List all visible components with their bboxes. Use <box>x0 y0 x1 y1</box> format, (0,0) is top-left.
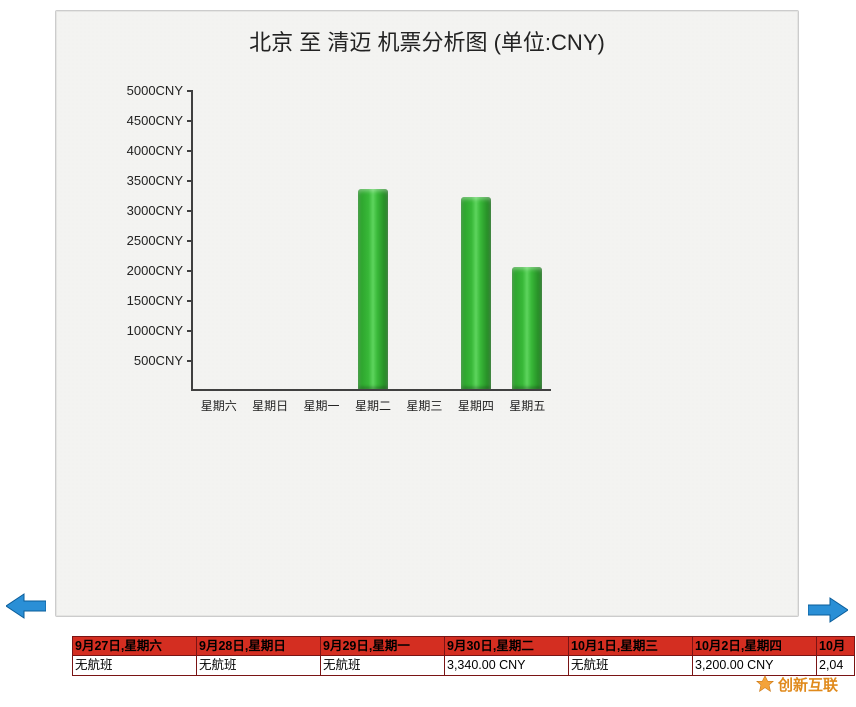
y-tick-mark <box>187 270 193 272</box>
table-header-cell: 9月29日,星期一 <box>321 636 445 656</box>
y-tick-mark <box>187 300 193 302</box>
y-tick-label: 500CNY <box>83 353 183 368</box>
y-tick-mark <box>187 120 193 122</box>
table-cell: 无航班 <box>197 656 321 676</box>
table-header-cell: 9月30日,星期二 <box>445 636 569 656</box>
bar <box>461 197 491 389</box>
table-cell: 无航班 <box>569 656 693 676</box>
y-tick-label: 5000CNY <box>83 83 183 98</box>
y-tick-label: 1000CNY <box>83 323 183 338</box>
table-header-cell: 9月28日,星期日 <box>197 636 321 656</box>
table-header-cell: 10月 <box>817 636 855 656</box>
watermark-text: 创新互联 <box>778 674 838 695</box>
x-tick-label: 星期二 <box>350 397 396 414</box>
price-table-header: 9月27日,星期六9月28日,星期日9月29日,星期一9月30日,星期二10月1… <box>72 636 856 656</box>
table-cell: 无航班 <box>321 656 445 676</box>
table-cell: 2,04 <box>817 656 855 676</box>
chart-title: 北京 至 清迈 机票分析图 (单位:CNY) <box>56 25 798 57</box>
y-tick-mark <box>187 330 193 332</box>
prev-arrow-icon[interactable] <box>6 592 46 620</box>
x-tick-label: 星期三 <box>401 397 447 414</box>
x-tick-label: 星期六 <box>196 397 242 414</box>
y-tick-label: 3000CNY <box>83 203 183 218</box>
x-tick-label: 星期日 <box>247 397 293 414</box>
bar <box>512 267 542 389</box>
next-arrow-icon[interactable] <box>808 596 848 624</box>
y-tick-mark <box>187 240 193 242</box>
bar <box>358 189 388 389</box>
table-cell: 3,340.00 CNY <box>445 656 569 676</box>
y-tick-label: 1500CNY <box>83 293 183 308</box>
plot-area: 500CNY1000CNY1500CNY2000CNY2500CNY3000CN… <box>191 91 551 391</box>
y-tick-label: 4500CNY <box>83 113 183 128</box>
y-tick-mark <box>187 360 193 362</box>
table-header-cell: 10月1日,星期三 <box>569 636 693 656</box>
y-tick-mark <box>187 150 193 152</box>
y-tick-label: 4000CNY <box>83 143 183 158</box>
y-tick-mark <box>187 90 193 92</box>
y-tick-label: 2000CNY <box>83 263 183 278</box>
price-table-row: 无航班无航班无航班3,340.00 CNY无航班3,200.00 CNY2,04 <box>72 656 856 676</box>
y-tick-label: 3500CNY <box>83 173 183 188</box>
y-tick-label: 2500CNY <box>83 233 183 248</box>
table-header-cell: 10月2日,星期四 <box>693 636 817 656</box>
table-header-cell: 9月27日,星期六 <box>73 636 197 656</box>
table-cell: 3,200.00 CNY <box>693 656 817 676</box>
x-tick-label: 星期一 <box>299 397 345 414</box>
chart-card: 北京 至 清迈 机票分析图 (单位:CNY) 500CNY1000CNY1500… <box>55 10 799 617</box>
y-tick-mark <box>187 210 193 212</box>
watermark: 创新互联 <box>754 673 838 695</box>
x-tick-label: 星期四 <box>453 397 499 414</box>
x-tick-label: 星期五 <box>504 397 550 414</box>
y-tick-mark <box>187 180 193 182</box>
table-cell: 无航班 <box>73 656 197 676</box>
